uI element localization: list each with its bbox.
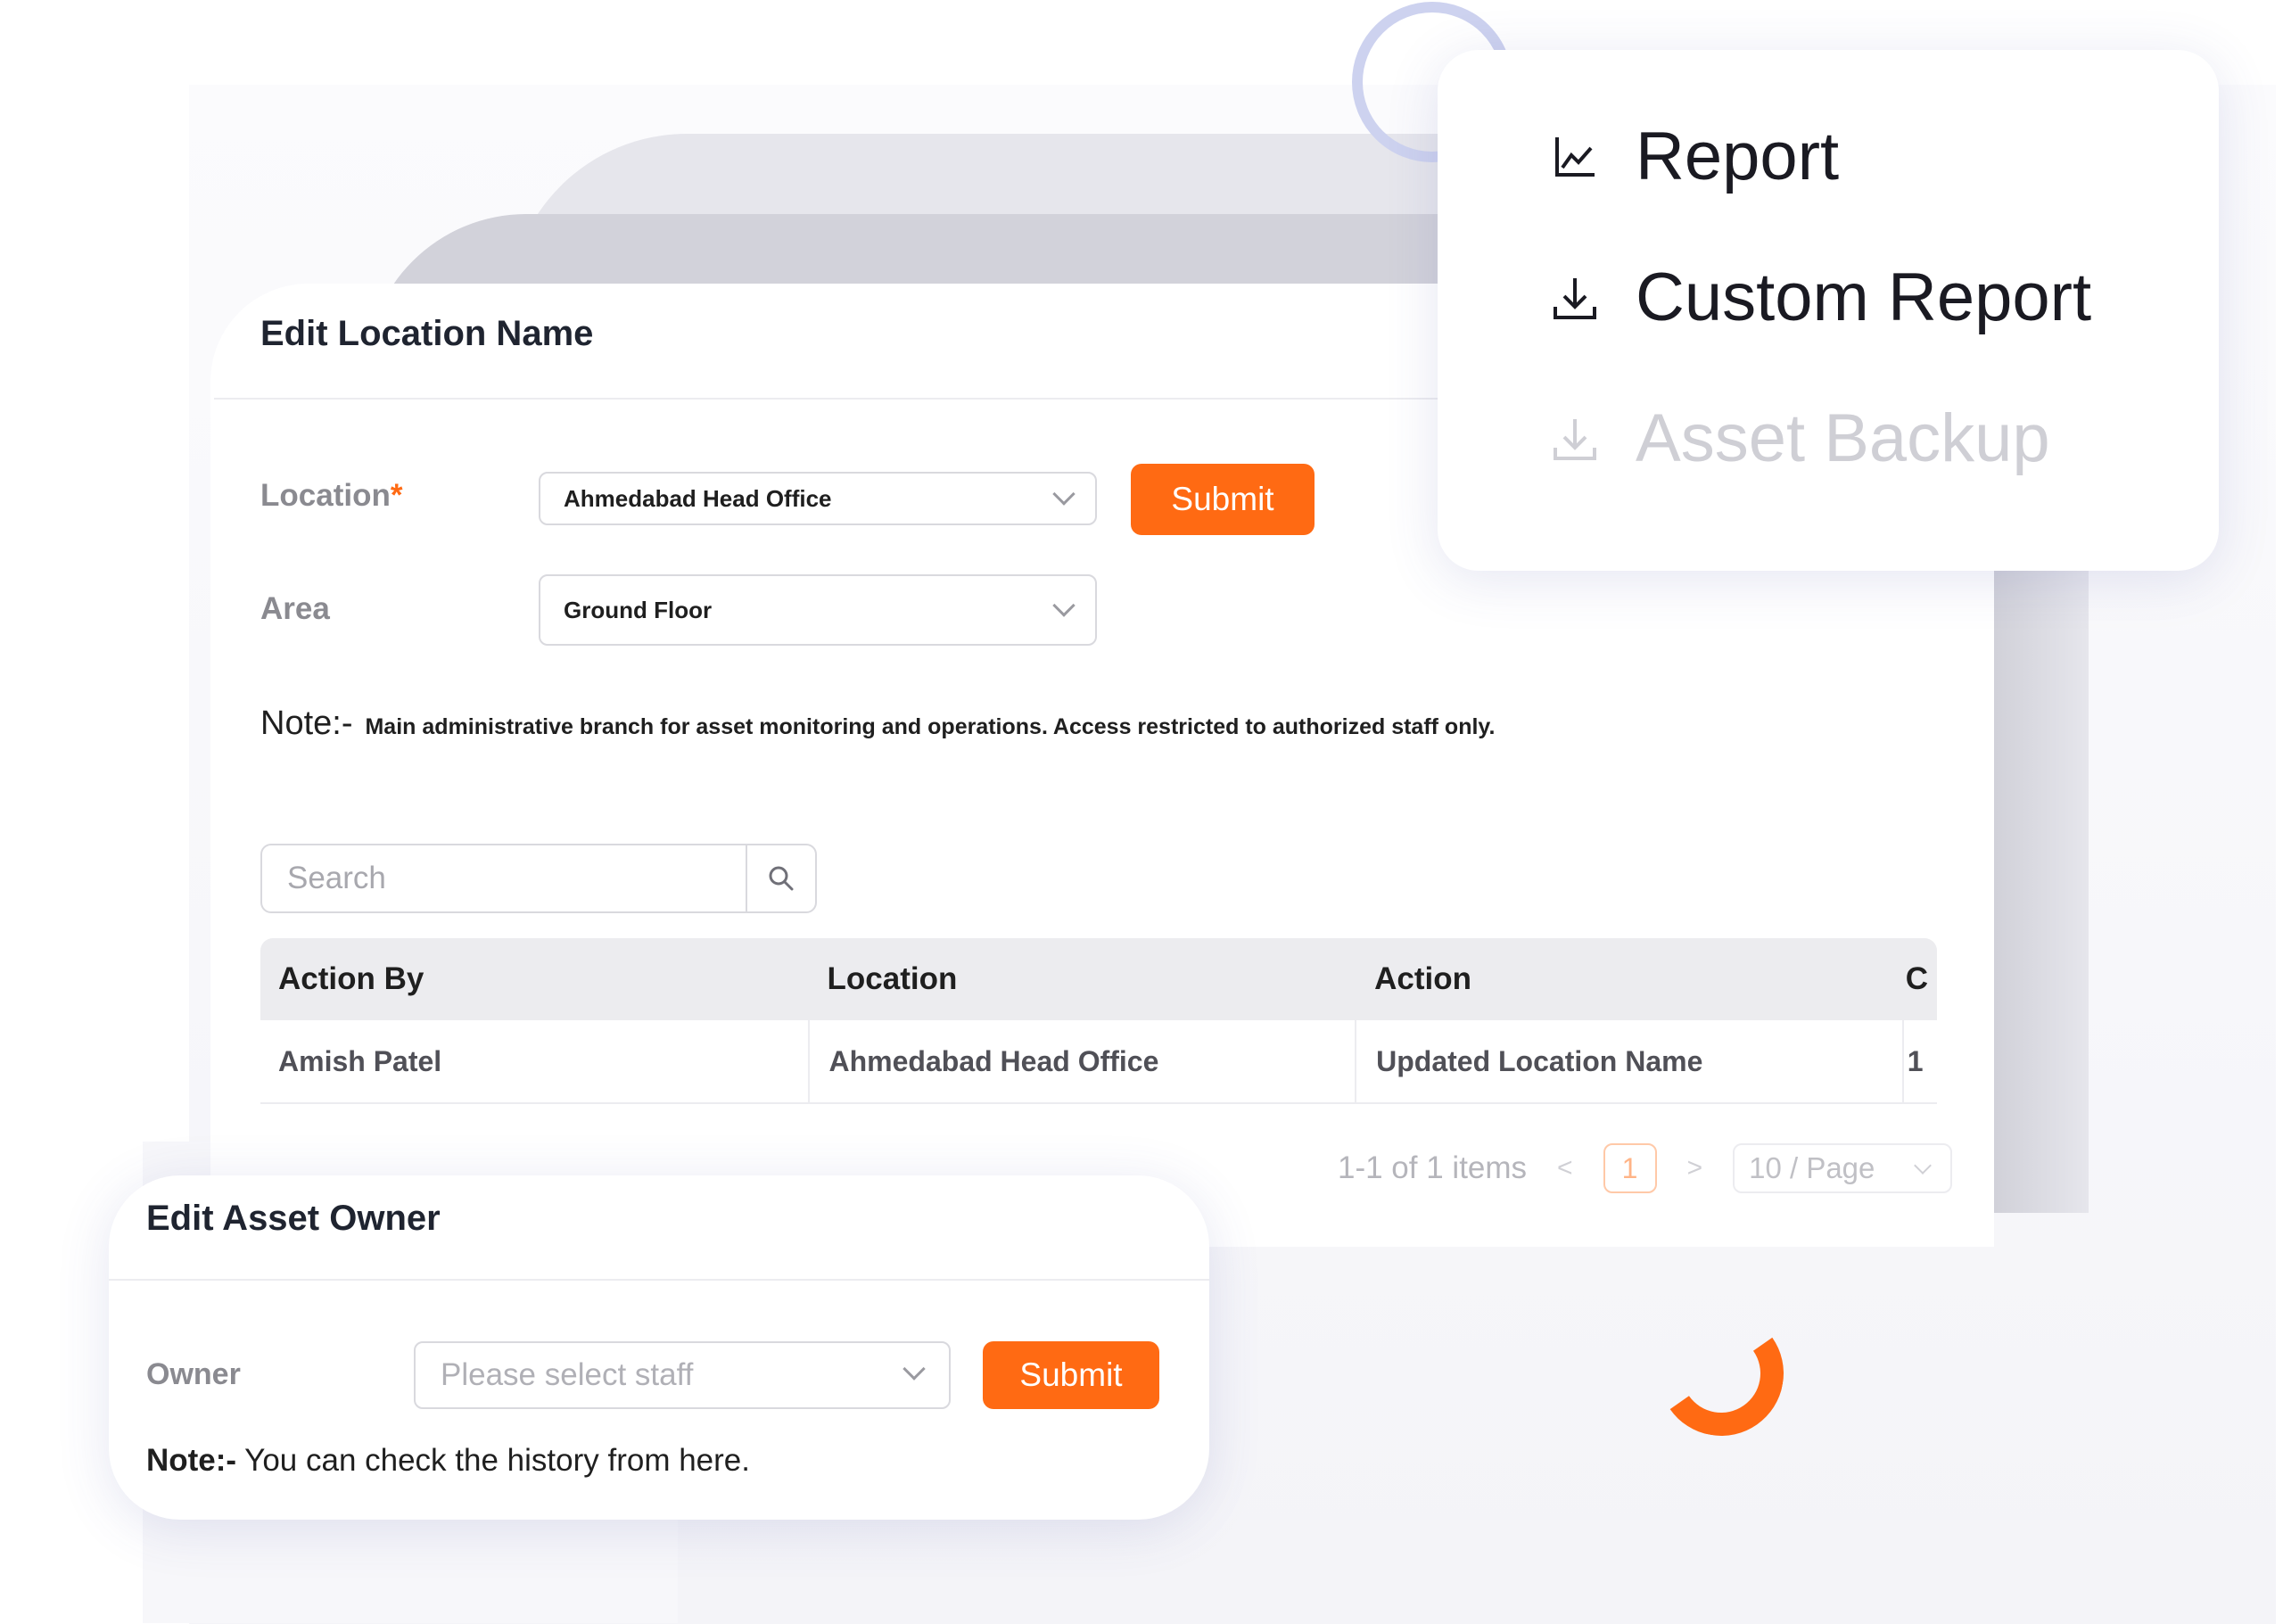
owner-submit-button[interactable]: Submit	[983, 1341, 1159, 1409]
cell-action: Updated Location Name	[1355, 1020, 1902, 1102]
menu-item-asset-backup[interactable]: Asset Backup	[1550, 400, 2050, 477]
card-side-shadow	[1990, 535, 2089, 1213]
menu-item-label: Asset Backup	[1636, 400, 2050, 476]
owner-select-placeholder: Please select staff	[441, 1357, 694, 1392]
table-header: Action By Location Action C	[260, 938, 1937, 1020]
cell-truncated: 1	[1901, 1020, 1937, 1102]
area-label: Area	[260, 591, 330, 626]
edit-owner-title: Edit Asset Owner	[146, 1199, 441, 1238]
note-text: Main administrative branch for asset mon…	[365, 714, 1496, 739]
owner-divider	[109, 1279, 1209, 1281]
report-menu: Report Custom Report Asset Backup	[1438, 50, 2219, 571]
menu-item-custom-report[interactable]: Custom Report	[1550, 259, 2091, 336]
area-select[interactable]: Ground Floor	[539, 574, 1097, 646]
page-size-value: 10 / Page	[1749, 1151, 1875, 1184]
search-button[interactable]	[746, 845, 815, 911]
chevron-down-icon	[1914, 1157, 1933, 1175]
chevron-down-icon	[1052, 594, 1076, 617]
note-text: You can check the history from here.	[236, 1443, 750, 1478]
area-select-value: Ground Floor	[564, 596, 713, 623]
chart-icon	[1550, 132, 1600, 182]
chevron-down-icon	[1052, 482, 1076, 506]
required-mark: *	[390, 478, 403, 513]
cell-location: Ahmedabad Head Office	[807, 1020, 1356, 1102]
location-select-value: Ahmedabad Head Office	[564, 484, 832, 512]
page-number-button[interactable]: 1	[1603, 1143, 1657, 1193]
prev-page-icon[interactable]: <	[1557, 1153, 1573, 1183]
cell-action-by: Amish Patel	[278, 1044, 442, 1077]
menu-item-label: Custom Report	[1636, 260, 2092, 335]
header-truncated[interactable]: C	[1902, 961, 1937, 997]
history-table: Action By Location Action C Amish Patel …	[260, 938, 1937, 1104]
search-icon	[769, 866, 794, 891]
owner-note: Note:- You can check the history from he…	[146, 1443, 750, 1479]
page-size-select[interactable]: 10 / Page	[1733, 1143, 1953, 1193]
menu-item-label: Report	[1636, 119, 1840, 194]
menu-item-report[interactable]: Report	[1550, 118, 1839, 195]
location-label: Location*	[260, 478, 403, 513]
table-row[interactable]: Amish Patel Ahmedabad Head Office Update…	[260, 1020, 1937, 1104]
next-page-icon[interactable]: >	[1687, 1153, 1703, 1183]
download-icon	[1550, 273, 1600, 323]
location-note: Note:- Main administrative branch for as…	[260, 705, 1495, 743]
edit-location-title: Edit Location Name	[260, 314, 594, 353]
pagination-summary: 1-1 of 1 items	[1338, 1150, 1528, 1185]
location-select[interactable]: Ahmedabad Head Office	[539, 472, 1097, 525]
search-box	[260, 844, 817, 913]
location-submit-button[interactable]: Submit	[1131, 464, 1315, 535]
chevron-down-icon	[902, 1357, 926, 1381]
header-action[interactable]: Action	[1355, 961, 1902, 997]
owner-select[interactable]: Please select staff	[414, 1341, 951, 1409]
header-location[interactable]: Location	[808, 961, 1356, 997]
header-action-by[interactable]: Action By	[260, 961, 808, 997]
download-icon	[1550, 414, 1600, 464]
note-label: Note:-	[260, 705, 353, 742]
search-input[interactable]	[262, 845, 746, 911]
edit-owner-card: Edit Asset Owner Owner Please select sta…	[109, 1175, 1209, 1520]
note-label: Note:-	[146, 1443, 237, 1478]
owner-label: Owner	[146, 1357, 241, 1391]
pagination: 1-1 of 1 items < 1 > 10 / Page	[1338, 1143, 1953, 1193]
